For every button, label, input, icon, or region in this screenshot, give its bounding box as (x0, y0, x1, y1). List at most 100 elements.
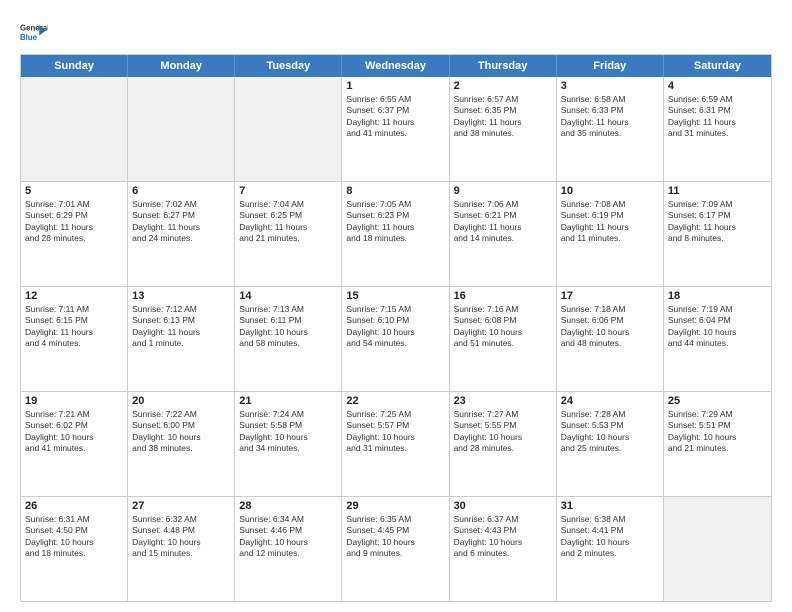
calendar-cell: 19Sunrise: 7:21 AM Sunset: 6:02 PM Dayli… (21, 392, 128, 496)
day-info: Sunrise: 7:11 AM Sunset: 6:15 PM Dayligh… (25, 304, 123, 350)
day-info: Sunrise: 7:02 AM Sunset: 6:27 PM Dayligh… (132, 199, 230, 245)
day-number: 17 (561, 290, 659, 302)
day-info: Sunrise: 7:05 AM Sunset: 6:23 PM Dayligh… (346, 199, 444, 245)
day-info: Sunrise: 7:28 AM Sunset: 5:53 PM Dayligh… (561, 409, 659, 455)
day-info: Sunrise: 7:13 AM Sunset: 6:11 PM Dayligh… (239, 304, 337, 350)
calendar-cell: 12 Sunrise: 7:11 AM Sunset: 6:15 PM Dayli… (21, 287, 128, 391)
day-number: 15 (346, 290, 444, 302)
calendar-cell: 5 Sunrise: 7:01 AM Sunset: 6:29 PM Daylig… (21, 182, 128, 286)
day-number: 23 (454, 395, 552, 407)
calendar-cell: 1 Sunrise: 6:55 AM Sunset: 6:37 PM Daylig… (342, 77, 449, 181)
calendar-cell: 20Sunrise: 7:22 AM Sunset: 6:00 PM Dayli… (128, 392, 235, 496)
calendar-cell (235, 77, 342, 181)
day-info: Sunrise: 7:04 AM Sunset: 6:25 PM Dayligh… (239, 199, 337, 245)
header-cell-sunday: Sunday (21, 55, 128, 77)
day-number: 26 (25, 500, 123, 512)
calendar-cell (21, 77, 128, 181)
day-number: 5 (25, 185, 123, 197)
calendar-cell: 16 Sunrise: 7:16 AM Sunset: 6:08 PM Dayli… (450, 287, 557, 391)
calendar-row-5: 26 Sunrise: 6:31 AM Sunset: 4:50 PM Dayli… (21, 497, 771, 601)
day-info: Sunrise: 7:06 AM Sunset: 6:21 PM Dayligh… (454, 199, 552, 245)
calendar-cell: 4 Sunrise: 6:59 AM Sunset: 6:31 PM Daylig… (664, 77, 771, 181)
day-info: Sunrise: 7:22 AM Sunset: 6:00 PM Dayligh… (132, 409, 230, 455)
day-number: 12 (25, 290, 123, 302)
day-number: 11 (668, 185, 767, 197)
day-number: 10 (561, 185, 659, 197)
calendar-cell: 26 Sunrise: 6:31 AM Sunset: 4:50 PM Dayli… (21, 497, 128, 601)
calendar-cell: 28 Sunrise: 6:34 AM Sunset: 4:46 PM Dayli… (235, 497, 342, 601)
day-number: 7 (239, 185, 337, 197)
day-number: 28 (239, 500, 337, 512)
calendar-cell: 22 Sunrise: 7:25 AM Sunset: 5:57 PM Dayli… (342, 392, 449, 496)
day-info: Sunrise: 6:32 AM Sunset: 4:48 PM Dayligh… (132, 514, 230, 560)
calendar-cell: 10 Sunrise: 7:08 AM Sunset: 6:19 PM Dayli… (557, 182, 664, 286)
calendar-cell: 29 Sunrise: 6:35 AM Sunset: 4:45 PM Dayli… (342, 497, 449, 601)
calendar-row-1: 1 Sunrise: 6:55 AM Sunset: 6:37 PM Daylig… (21, 77, 771, 182)
day-number: 22 (346, 395, 444, 407)
calendar-row-2: 5 Sunrise: 7:01 AM Sunset: 6:29 PM Daylig… (21, 182, 771, 287)
calendar-cell: 11Sunrise: 7:09 AM Sunset: 6:17 PM Dayli… (664, 182, 771, 286)
day-info: Sunrise: 7:16 AM Sunset: 6:08 PM Dayligh… (454, 304, 552, 350)
day-info: Sunrise: 6:59 AM Sunset: 6:31 PM Dayligh… (668, 94, 767, 140)
day-info: Sunrise: 6:34 AM Sunset: 4:46 PM Dayligh… (239, 514, 337, 560)
calendar-cell: 17Sunrise: 7:18 AM Sunset: 6:06 PM Dayli… (557, 287, 664, 391)
calendar-cell: 23Sunrise: 7:27 AM Sunset: 5:55 PM Dayli… (450, 392, 557, 496)
header-cell-thursday: Thursday (450, 55, 557, 77)
day-number: 13 (132, 290, 230, 302)
day-number: 2 (454, 80, 552, 92)
day-info: Sunrise: 6:57 AM Sunset: 6:35 PM Dayligh… (454, 94, 552, 140)
day-number: 29 (346, 500, 444, 512)
day-info: Sunrise: 6:31 AM Sunset: 4:50 PM Dayligh… (25, 514, 123, 560)
day-number: 21 (239, 395, 337, 407)
day-info: Sunrise: 6:35 AM Sunset: 4:45 PM Dayligh… (346, 514, 444, 560)
header-cell-saturday: Saturday (664, 55, 771, 77)
day-number: 3 (561, 80, 659, 92)
logo-icon: General Blue (20, 18, 48, 46)
calendar-header-row: SundayMondayTuesdayWednesdayThursdayFrid… (21, 55, 771, 77)
day-number: 1 (346, 80, 444, 92)
header-cell-tuesday: Tuesday (235, 55, 342, 77)
calendar-body: 1 Sunrise: 6:55 AM Sunset: 6:37 PM Daylig… (21, 77, 771, 601)
day-info: Sunrise: 7:08 AM Sunset: 6:19 PM Dayligh… (561, 199, 659, 245)
calendar-cell: 7 Sunrise: 7:04 AM Sunset: 6:25 PM Daylig… (235, 182, 342, 286)
day-info: Sunrise: 7:15 AM Sunset: 6:10 PM Dayligh… (346, 304, 444, 350)
header: General Blue (20, 18, 772, 46)
svg-text:Blue: Blue (20, 33, 38, 42)
calendar-cell: 14Sunrise: 7:13 AM Sunset: 6:11 PM Dayli… (235, 287, 342, 391)
day-number: 30 (454, 500, 552, 512)
day-info: Sunrise: 7:19 AM Sunset: 6:04 PM Dayligh… (668, 304, 767, 350)
calendar-row-3: 12 Sunrise: 7:11 AM Sunset: 6:15 PM Dayli… (21, 287, 771, 392)
header-cell-wednesday: Wednesday (342, 55, 449, 77)
logo: General Blue (20, 18, 48, 46)
day-info: Sunrise: 7:12 AM Sunset: 6:13 PM Dayligh… (132, 304, 230, 350)
header-cell-monday: Monday (128, 55, 235, 77)
day-number: 16 (454, 290, 552, 302)
calendar-cell: 13 Sunrise: 7:12 AM Sunset: 6:13 PM Dayli… (128, 287, 235, 391)
day-info: Sunrise: 6:55 AM Sunset: 6:37 PM Dayligh… (346, 94, 444, 140)
day-info: Sunrise: 7:01 AM Sunset: 6:29 PM Dayligh… (25, 199, 123, 245)
calendar-cell: 15 Sunrise: 7:15 AM Sunset: 6:10 PM Dayli… (342, 287, 449, 391)
day-number: 6 (132, 185, 230, 197)
calendar-cell: 27 Sunrise: 6:32 AM Sunset: 4:48 PM Dayli… (128, 497, 235, 601)
day-info: Sunrise: 7:25 AM Sunset: 5:57 PM Dayligh… (346, 409, 444, 455)
day-info: Sunrise: 6:38 AM Sunset: 4:41 PM Dayligh… (561, 514, 659, 560)
day-number: 24 (561, 395, 659, 407)
page: General Blue SundayMondayTuesdayWednesda… (0, 0, 792, 612)
calendar-cell: 9 Sunrise: 7:06 AM Sunset: 6:21 PM Daylig… (450, 182, 557, 286)
day-info: Sunrise: 6:58 AM Sunset: 6:33 PM Dayligh… (561, 94, 659, 140)
day-info: Sunrise: 6:37 AM Sunset: 4:43 PM Dayligh… (454, 514, 552, 560)
calendar-cell: 18Sunrise: 7:19 AM Sunset: 6:04 PM Dayli… (664, 287, 771, 391)
calendar-row-4: 19Sunrise: 7:21 AM Sunset: 6:02 PM Dayli… (21, 392, 771, 497)
calendar-cell: 6 Sunrise: 7:02 AM Sunset: 6:27 PM Daylig… (128, 182, 235, 286)
calendar: SundayMondayTuesdayWednesdayThursdayFrid… (20, 54, 772, 602)
calendar-cell: 2 Sunrise: 6:57 AM Sunset: 6:35 PM Daylig… (450, 77, 557, 181)
day-number: 27 (132, 500, 230, 512)
header-cell-friday: Friday (557, 55, 664, 77)
day-number: 19 (25, 395, 123, 407)
day-number: 4 (668, 80, 767, 92)
day-number: 9 (454, 185, 552, 197)
day-number: 8 (346, 185, 444, 197)
day-number: 25 (668, 395, 767, 407)
day-info: Sunrise: 7:29 AM Sunset: 5:51 PM Dayligh… (668, 409, 767, 455)
day-info: Sunrise: 7:24 AM Sunset: 5:58 PM Dayligh… (239, 409, 337, 455)
